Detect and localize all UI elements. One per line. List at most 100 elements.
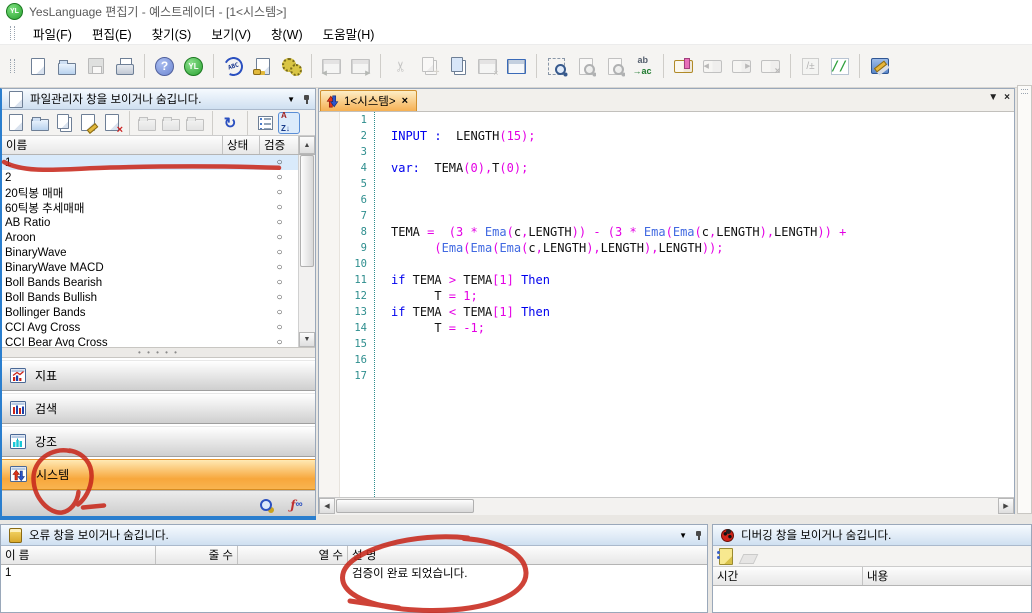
column-desc[interactable]: 설 명 bbox=[348, 546, 707, 564]
list-item[interactable]: 60틱봉 추세매매○ bbox=[2, 200, 315, 215]
list-item[interactable]: Bollinger Bands○ bbox=[2, 305, 315, 320]
debug-panel: 디버깅 창을 보이거나 숨깁니다. 시간 내용 bbox=[712, 524, 1032, 613]
error-row[interactable]: 1검증이 완료 되었습니다. bbox=[1, 565, 707, 581]
debug-erase-button bbox=[738, 547, 758, 566]
list-item[interactable]: Boll Bands Bearish○ bbox=[2, 275, 315, 290]
item-label: CCI Avg Cross bbox=[2, 322, 223, 334]
sort-az-button[interactable] bbox=[278, 112, 300, 134]
list-item[interactable]: Aroon○ bbox=[2, 230, 315, 245]
list-item[interactable]: 20틱봉 매매○ bbox=[2, 185, 315, 200]
function-fx-button[interactable] bbox=[283, 491, 310, 518]
panel-menu-dropdown[interactable]: ▼ bbox=[284, 95, 298, 104]
tab-list-dropdown[interactable]: ▼ bbox=[988, 92, 998, 103]
new-file-button[interactable] bbox=[24, 53, 51, 80]
zoom-settings-button[interactable] bbox=[252, 491, 279, 518]
nav-button-검색[interactable]: 검색 bbox=[2, 393, 315, 424]
open-file-button[interactable] bbox=[53, 53, 80, 80]
new-item-icon bbox=[4, 111, 28, 135]
list-item[interactable]: BinaryWave MACD○ bbox=[2, 260, 315, 275]
yeslanguage-button[interactable] bbox=[180, 53, 207, 80]
comment-lines-button[interactable] bbox=[826, 53, 853, 80]
tab-1-system[interactable]: 1<시스템> × bbox=[320, 90, 417, 111]
menu-item-편집(E)[interactable]: 편집(E) bbox=[82, 21, 142, 46]
view-detail-button[interactable] bbox=[254, 112, 276, 134]
new-file-icon bbox=[26, 54, 50, 78]
menu-item-창(W)[interactable]: 창(W) bbox=[261, 21, 313, 46]
new-item-button[interactable] bbox=[5, 112, 27, 134]
column-content[interactable]: 내용 bbox=[863, 567, 1031, 585]
tools-button[interactable] bbox=[866, 53, 893, 80]
code-line: 6 bbox=[319, 192, 1014, 208]
editor-horizontal-scrollbar[interactable]: ◀ ▶ bbox=[319, 497, 1014, 515]
scroll-down-button[interactable]: ▼ bbox=[299, 332, 315, 347]
copy-item-button[interactable] bbox=[53, 112, 75, 134]
function-list-icon bbox=[251, 54, 275, 78]
nav-button-지표[interactable]: 지표 bbox=[2, 360, 315, 391]
main-toolbar bbox=[0, 45, 1032, 88]
nav-button-시스템[interactable]: 시스템 bbox=[2, 459, 315, 490]
list-item[interactable]: 1○ bbox=[2, 155, 315, 170]
nav-button-강조[interactable]: 강조 bbox=[2, 426, 315, 457]
table-view-button[interactable] bbox=[503, 53, 530, 80]
copy-pages-icon bbox=[447, 54, 471, 78]
column-line[interactable]: 줄 수 bbox=[156, 546, 238, 564]
file-manager-title: 파일관리자 창을 보이거나 숨깁니다. bbox=[30, 91, 280, 107]
tab-close-icon[interactable]: × bbox=[400, 95, 410, 107]
refresh-button[interactable] bbox=[219, 112, 241, 134]
column-verify[interactable]: 검증 bbox=[260, 136, 299, 154]
column-name[interactable]: 이름 bbox=[2, 136, 223, 154]
panel-splitter[interactable]: • • • • • bbox=[2, 347, 315, 358]
build-settings-button[interactable] bbox=[278, 53, 305, 80]
file-manager-icon bbox=[6, 89, 26, 109]
code-line: 3 bbox=[319, 144, 1014, 160]
bookmark-open-button[interactable] bbox=[670, 53, 697, 80]
column-status[interactable]: 상태 bbox=[223, 136, 260, 154]
scroll-left-button[interactable]: ◀ bbox=[319, 498, 335, 514]
replace-text-icon bbox=[632, 54, 656, 78]
menu-item-찾기(S)[interactable]: 찾기(S) bbox=[142, 21, 202, 46]
editor-close-button[interactable]: × bbox=[1004, 92, 1010, 103]
code-line: 10 bbox=[319, 256, 1014, 272]
scroll-up-button[interactable]: ▲ bbox=[299, 136, 315, 154]
tools-icon bbox=[868, 54, 892, 78]
rename-item-button[interactable] bbox=[77, 112, 99, 134]
column-name[interactable]: 이 름 bbox=[1, 546, 156, 564]
help-button[interactable] bbox=[151, 53, 178, 80]
list-item[interactable]: 2○ bbox=[2, 170, 315, 185]
editor-tab-bar: 1<시스템> × ▼ × bbox=[319, 89, 1014, 112]
menu-item-파일(F)[interactable]: 파일(F) bbox=[23, 21, 82, 46]
syntax-check-button[interactable] bbox=[220, 53, 247, 80]
tab-label: 1<시스템> bbox=[344, 93, 396, 109]
column-time[interactable]: 시간 bbox=[713, 567, 863, 585]
pin-icon[interactable] bbox=[694, 530, 703, 541]
list-item[interactable]: CCI Bear Avg Cross○ bbox=[2, 335, 315, 347]
print-button[interactable] bbox=[111, 53, 138, 80]
menu-item-도움말(H)[interactable]: 도움말(H) bbox=[313, 21, 385, 46]
zoom-selection-button[interactable] bbox=[543, 53, 570, 80]
scrollbar-thumb[interactable] bbox=[336, 499, 474, 513]
code-area[interactable]: 12INPUT : LENGTH(15);34var: TEMA(0),T(0)… bbox=[319, 112, 1014, 497]
open-item-button[interactable] bbox=[29, 112, 51, 134]
copy-pages-button[interactable] bbox=[445, 53, 472, 80]
panel-menu-dropdown[interactable]: ▼ bbox=[676, 531, 690, 540]
category-nav: 지표검색강조시스템 bbox=[2, 360, 315, 490]
column-col[interactable]: 열 수 bbox=[238, 546, 348, 564]
function-list-button[interactable] bbox=[249, 53, 276, 80]
list-item[interactable]: Boll Bands Bullish○ bbox=[2, 290, 315, 305]
find-in-doc-icon bbox=[574, 54, 598, 78]
file-list-scrollbar[interactable]: ▼ bbox=[298, 155, 315, 347]
pin-icon[interactable] bbox=[302, 94, 311, 105]
list-item[interactable]: CCI Avg Cross○ bbox=[2, 320, 315, 335]
print-icon bbox=[113, 54, 137, 78]
scrollbar-thumb[interactable] bbox=[300, 155, 314, 267]
error-column-header: 이 름 줄 수 열 수 설 명 bbox=[1, 546, 707, 565]
debug-note-button[interactable] bbox=[716, 547, 736, 566]
nav-label: 검색 bbox=[35, 400, 57, 417]
list-item[interactable]: AB Ratio○ bbox=[2, 215, 315, 230]
delete-item-button[interactable] bbox=[101, 112, 123, 134]
list-item[interactable]: BinaryWave○ bbox=[2, 245, 315, 260]
scroll-right-button[interactable]: ▶ bbox=[998, 498, 1014, 514]
menu-item-보기(V)[interactable]: 보기(V) bbox=[201, 21, 261, 46]
bookmark-clear-button bbox=[757, 53, 784, 80]
replace-text-button[interactable] bbox=[630, 53, 657, 80]
